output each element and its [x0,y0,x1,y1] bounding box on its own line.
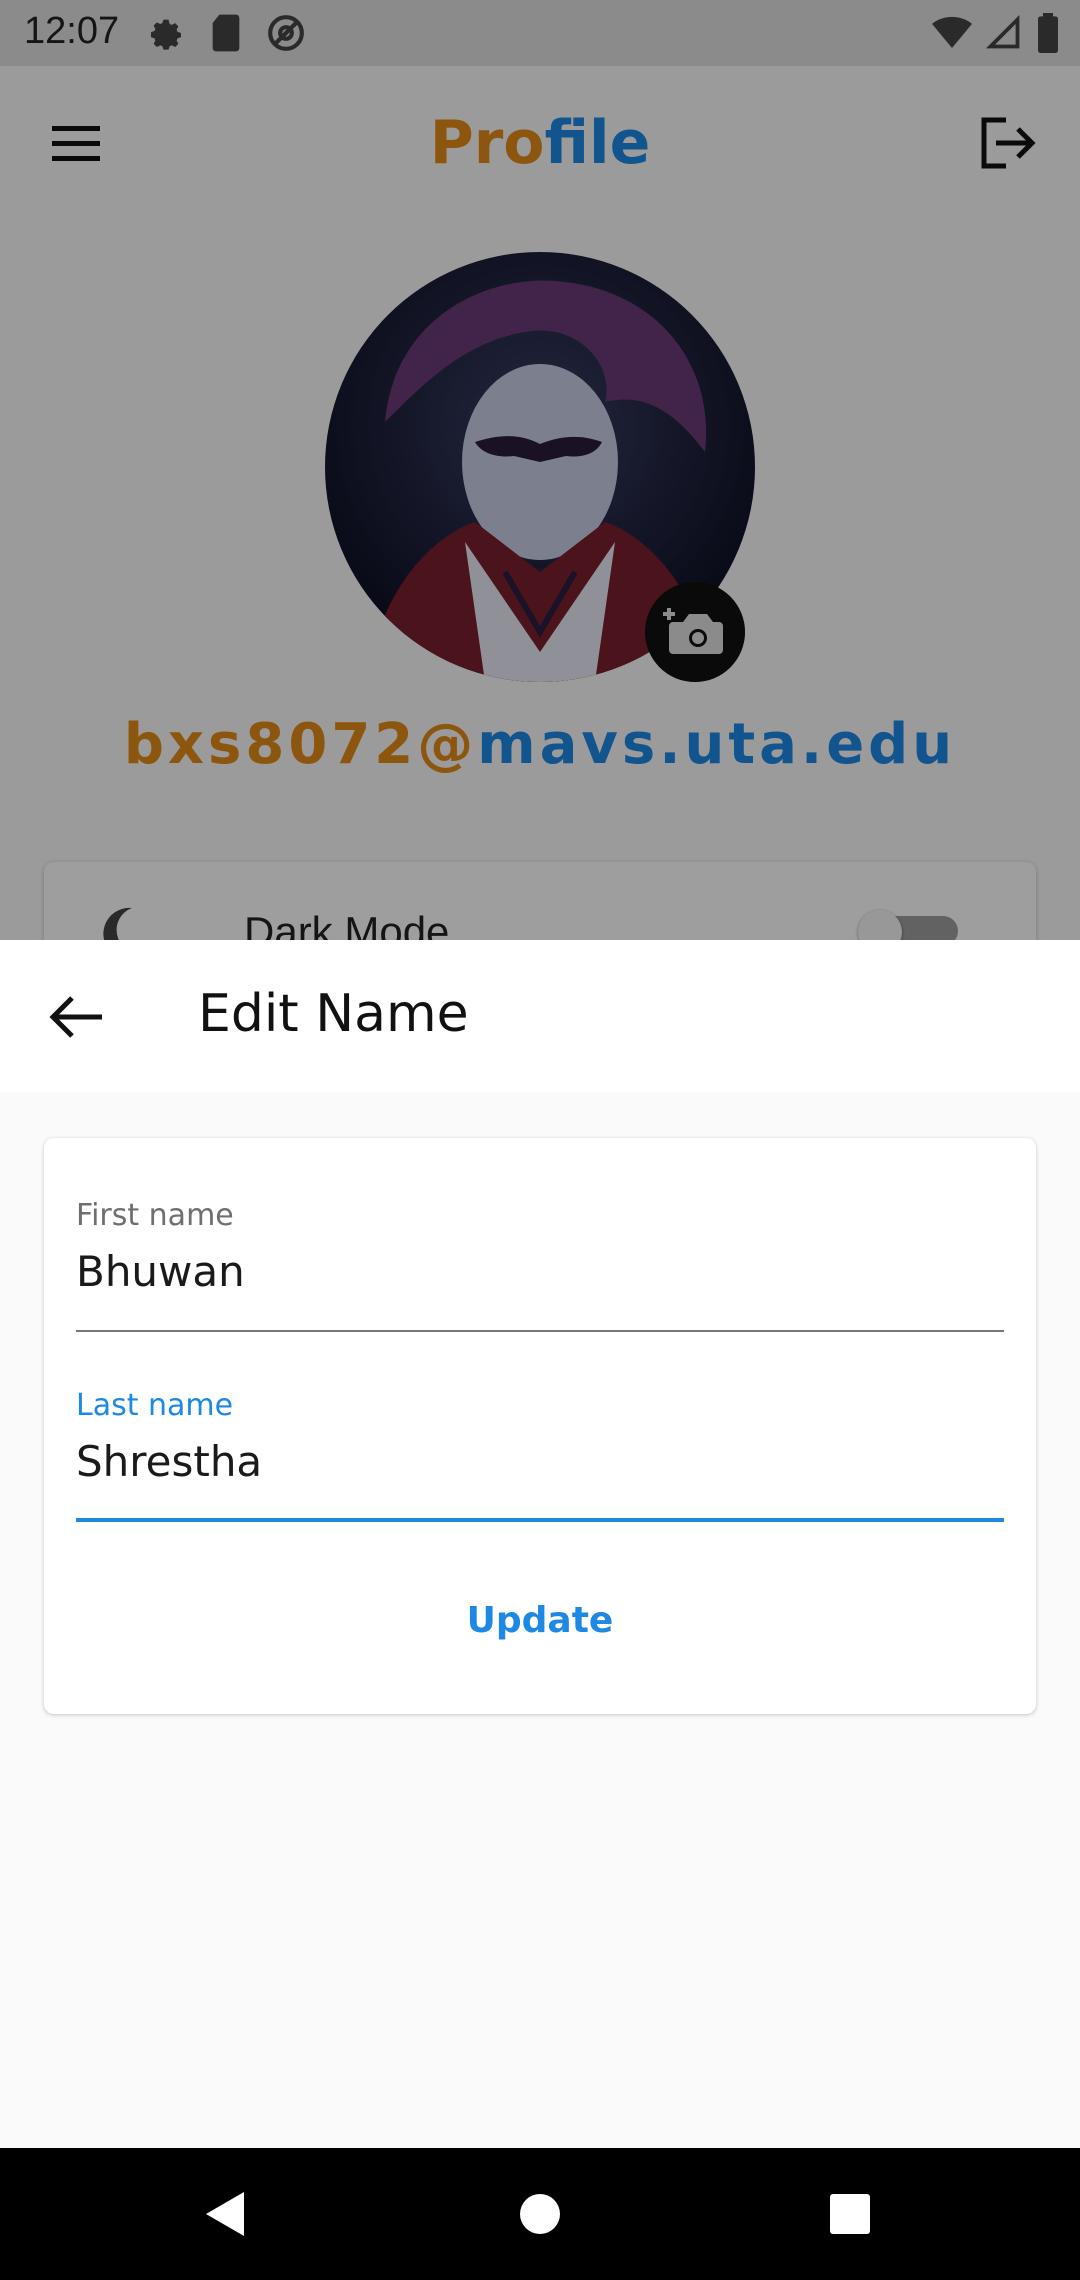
modal-scrim[interactable] [0,0,1080,940]
edit-name-form: First name Last name Update [44,1138,1036,1714]
nav-recent-icon[interactable] [820,2184,880,2244]
nav-home-icon[interactable] [510,2184,570,2244]
first-name-input[interactable] [76,1247,1004,1296]
last-name-input[interactable] [76,1437,1004,1486]
edit-name-sheet: Edit Name First name Last name Update [0,940,1080,2148]
profile-page-background: 12:07 Profile bxs8072@mavs.uta.edu Dark … [0,0,1080,940]
system-nav-bar [0,2148,1080,2280]
first-name-underline [76,1330,1004,1332]
sheet-header: Edit Name [0,940,1080,1092]
first-name-label: First name [76,1198,234,1233]
back-arrow-icon[interactable] [40,980,114,1054]
last-name-underline [76,1518,1004,1522]
first-name-field: First name [76,1198,1004,1332]
nav-back-icon[interactable] [196,2184,256,2244]
update-button[interactable]: Update [460,1586,620,1656]
last-name-field: Last name [76,1388,1004,1522]
last-name-label: Last name [76,1388,234,1423]
sheet-title: Edit Name [198,984,469,1044]
